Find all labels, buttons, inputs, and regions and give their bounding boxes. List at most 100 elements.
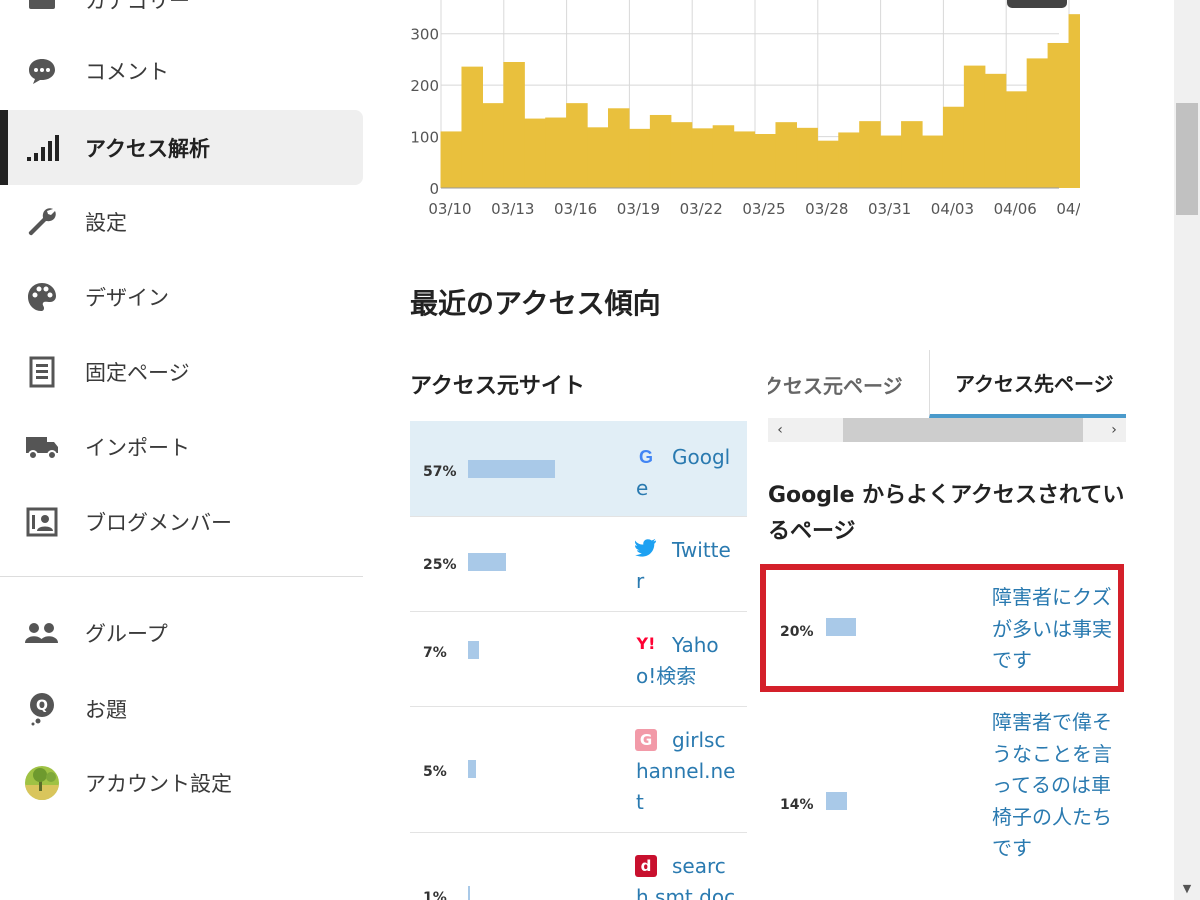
source-row[interactable]: 57% G Google — [410, 421, 747, 517]
source-row[interactable]: 7% Y! Yahoo!検索 — [410, 612, 747, 707]
chart-bar[interactable] — [901, 121, 923, 188]
sidebar-item-settings[interactable]: 設定 — [0, 184, 363, 259]
source-bar — [468, 641, 479, 659]
chart-bar[interactable] — [1047, 42, 1070, 188]
chart-bar[interactable] — [649, 114, 672, 188]
source-row[interactable]: 5% G girlschannel.net — [410, 707, 747, 833]
sidebar-item-label: 設定 — [85, 210, 127, 235]
chart-bar[interactable] — [984, 73, 1007, 188]
chart-bar[interactable] — [942, 106, 965, 188]
chart-bar[interactable] — [817, 140, 839, 188]
page-bar — [826, 792, 848, 810]
sidebar-item-fixed-page[interactable]: 固定ページ — [0, 334, 363, 409]
sidebar-item-label: アクセス解析 — [85, 136, 210, 161]
page-percent: 14% — [780, 797, 814, 813]
scrollbar-thumb[interactable] — [1176, 103, 1198, 215]
source-percent: 7% — [423, 645, 447, 661]
chart-bar[interactable] — [712, 125, 735, 188]
sidebar-item-design[interactable]: デザイン — [0, 259, 363, 334]
chart-bar[interactable] — [587, 127, 609, 188]
sidebar-item-group[interactable]: グループ — [0, 595, 363, 670]
chart-bar[interactable] — [691, 128, 714, 188]
group-icon — [24, 615, 60, 651]
chart-bar[interactable] — [922, 135, 944, 188]
chart-bar[interactable] — [754, 134, 777, 188]
page-scrollbar[interactable]: ▼ — [1174, 0, 1200, 900]
highlight-box — [760, 564, 1124, 692]
chart-bar[interactable] — [1068, 14, 1080, 188]
source-link[interactable]: search.smt.doc — [636, 851, 736, 900]
chart-bar[interactable] — [796, 127, 818, 188]
chart-bar[interactable] — [608, 108, 630, 188]
sidebar-item-category[interactable]: カテゴリー — [0, 0, 363, 37]
y-tick-label: 300 — [410, 26, 439, 44]
chevron-down-icon[interactable]: ▼ — [1174, 876, 1200, 900]
sidebar-item-access-analysis[interactable]: アクセス解析 — [0, 110, 363, 185]
x-tick-label: 03/22 — [680, 200, 723, 218]
sidebar-item-account-settings[interactable]: アカウント設定 — [0, 745, 363, 820]
chevron-left-icon[interactable]: ‹ — [768, 418, 792, 442]
sidebar-item-import[interactable]: インポート — [0, 409, 363, 484]
chart-bar[interactable] — [1005, 91, 1028, 188]
tab-scrollbar[interactable]: ‹ › — [768, 418, 1126, 442]
source-link[interactable]: Twitter — [636, 535, 736, 597]
chart-bar[interactable] — [963, 65, 986, 188]
chart-bar[interactable] — [859, 121, 881, 188]
sidebar-divider — [0, 576, 363, 577]
sidebar-item-label: お題 — [85, 697, 127, 722]
chart-bar[interactable] — [503, 62, 525, 188]
odai-q-icon: Q — [24, 691, 60, 727]
x-tick-label: 04/06 — [994, 200, 1037, 218]
x-tick-label: 03/31 — [868, 200, 911, 218]
scrollbar-thumb[interactable] — [843, 418, 1083, 442]
source-row[interactable]: 1% d search.smt.doc — [410, 833, 747, 900]
chart-bar[interactable] — [461, 66, 483, 188]
sidebar: カテゴリー コメント アクセス解析 設定 デザイン 固定ページ インポート ブロ… — [0, 0, 363, 900]
chart-bar[interactable] — [524, 118, 546, 188]
chart-bar[interactable] — [628, 128, 651, 188]
chart-bar[interactable] — [880, 135, 902, 188]
source-link[interactable]: Google — [636, 442, 736, 504]
chart-bar[interactable] — [838, 132, 860, 188]
chart-bar[interactable] — [775, 122, 797, 188]
x-tick-label: 03/19 — [617, 200, 660, 218]
chevron-right-icon[interactable]: › — [1102, 418, 1126, 442]
member-icon — [24, 504, 60, 540]
chart-bar[interactable] — [440, 131, 463, 188]
sidebar-item-odai[interactable]: Q お題 — [0, 671, 363, 746]
source-percent: 25% — [423, 557, 457, 573]
chart-bar[interactable] — [545, 117, 567, 188]
palette-icon — [24, 279, 60, 315]
chart-bar[interactable] — [733, 131, 756, 188]
truck-icon — [24, 429, 60, 465]
source-link[interactable]: girlschannel.net — [636, 725, 736, 818]
comment-bubble-icon — [24, 53, 60, 89]
chart-bar[interactable] — [566, 103, 588, 188]
folder-icon — [24, 0, 60, 18]
source-link[interactable]: Yahoo!検索 — [636, 630, 736, 692]
page-row[interactable]: 14% 障害者で偉そうなことを言ってるのは車椅子の人たちです — [766, 707, 1124, 900]
source-percent: 57% — [423, 464, 457, 480]
sidebar-item-comment[interactable]: コメント — [0, 33, 363, 108]
sidebar-item-label: コメント — [85, 59, 169, 84]
tab-source-pages[interactable]: アクセス元ページ — [768, 350, 903, 418]
x-tick-label: 03/13 — [491, 200, 534, 218]
page-link[interactable]: 障害者で偉そうなことを言ってるのは車椅子の人たちです — [992, 707, 1112, 865]
section-title: 最近のアクセス傾向 — [410, 287, 661, 320]
chart-bar[interactable] — [670, 122, 693, 188]
x-tick-label: 03/28 — [805, 200, 848, 218]
sidebar-item-label: グループ — [85, 621, 168, 646]
source-percent: 5% — [423, 764, 447, 780]
svg-text:Q: Q — [36, 698, 48, 714]
chart-bar[interactable] — [1026, 58, 1049, 189]
sidebar-item-label: デザイン — [85, 285, 169, 310]
sidebar-item-label: アカウント設定 — [85, 771, 232, 796]
sidebar-item-label: インポート — [85, 435, 190, 460]
source-bar — [468, 760, 476, 778]
y-tick-label: 100 — [410, 129, 439, 147]
chart-bar[interactable] — [482, 103, 504, 188]
sidebar-item-blog-member[interactable]: ブログメンバー — [0, 484, 363, 559]
source-row[interactable]: 25% Twitter — [410, 517, 747, 612]
sources-title: アクセス元サイト — [410, 374, 585, 399]
tab-destination-pages[interactable]: アクセス先ページ — [929, 350, 1126, 418]
